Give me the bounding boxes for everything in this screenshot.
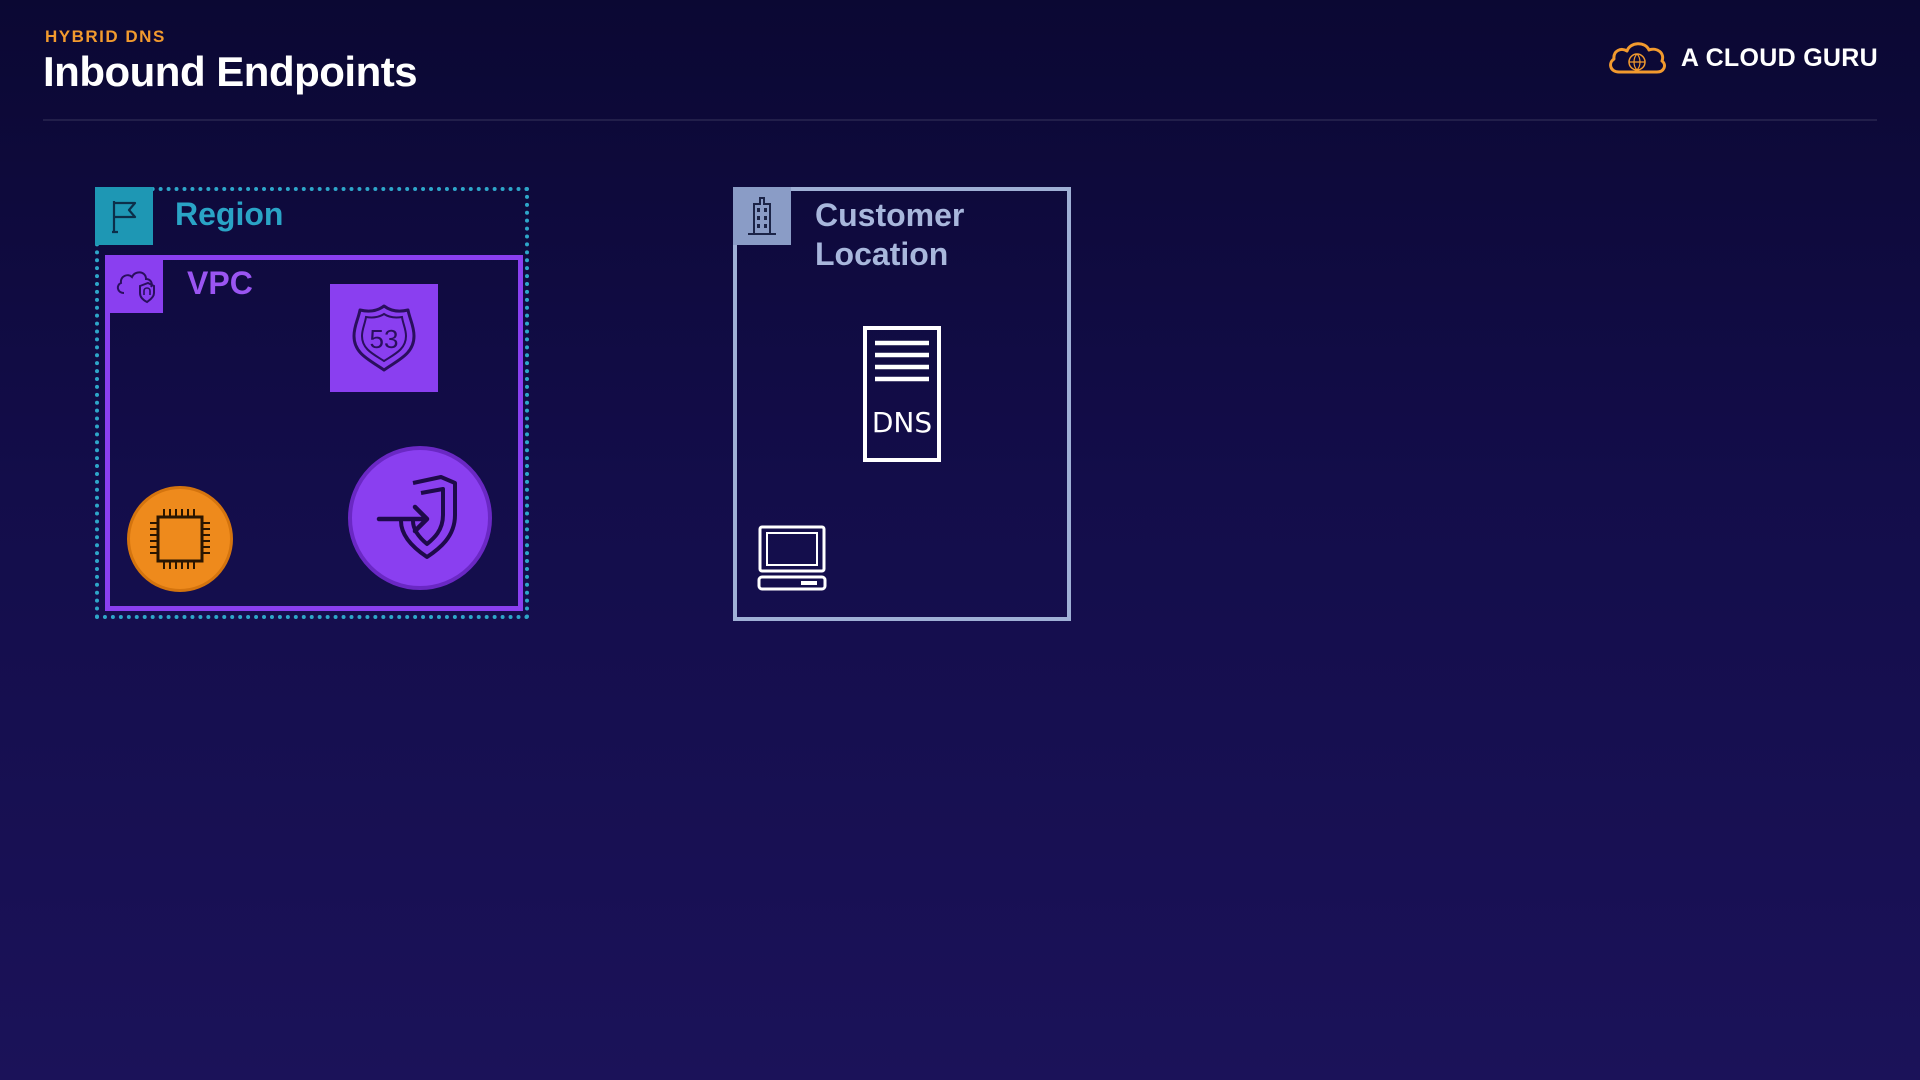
brand-logo: A CLOUD GURU [1605, 38, 1878, 78]
route53-number: 53 [370, 324, 399, 354]
laptop-icon [757, 525, 827, 591]
hybrid-dns-eyebrow: HYBRID DNS [45, 27, 166, 46]
ec2-instance [127, 486, 233, 592]
inbound-endpoint [348, 446, 492, 590]
chip-icon [150, 509, 210, 569]
customer-label-line2: Location [815, 236, 949, 272]
customer-location-label: Customer Location [815, 196, 1055, 274]
vpc-tag [105, 255, 163, 313]
building-icon [748, 197, 776, 235]
cloud-logo-icon [1608, 42, 1666, 74]
header-divider [43, 119, 1877, 121]
route53-icon: 53 [352, 304, 416, 372]
shield-arrow-icon [376, 475, 457, 559]
dns-server-label: DNS [872, 406, 932, 439]
flag-icon [112, 201, 137, 234]
customer-location-tag [733, 187, 791, 245]
region-tag [95, 187, 153, 245]
region-label: Region [175, 196, 284, 232]
server-icon: DNS [863, 326, 941, 462]
cloud-shield-icon [116, 271, 155, 304]
vpc-label: VPC [187, 265, 253, 301]
page-title: Inbound Endpoints [43, 48, 418, 95]
brand-name: A CLOUD GURU [1680, 43, 1878, 72]
customer-label-line1: Customer [815, 197, 965, 233]
route53-service: 53 [330, 284, 438, 392]
